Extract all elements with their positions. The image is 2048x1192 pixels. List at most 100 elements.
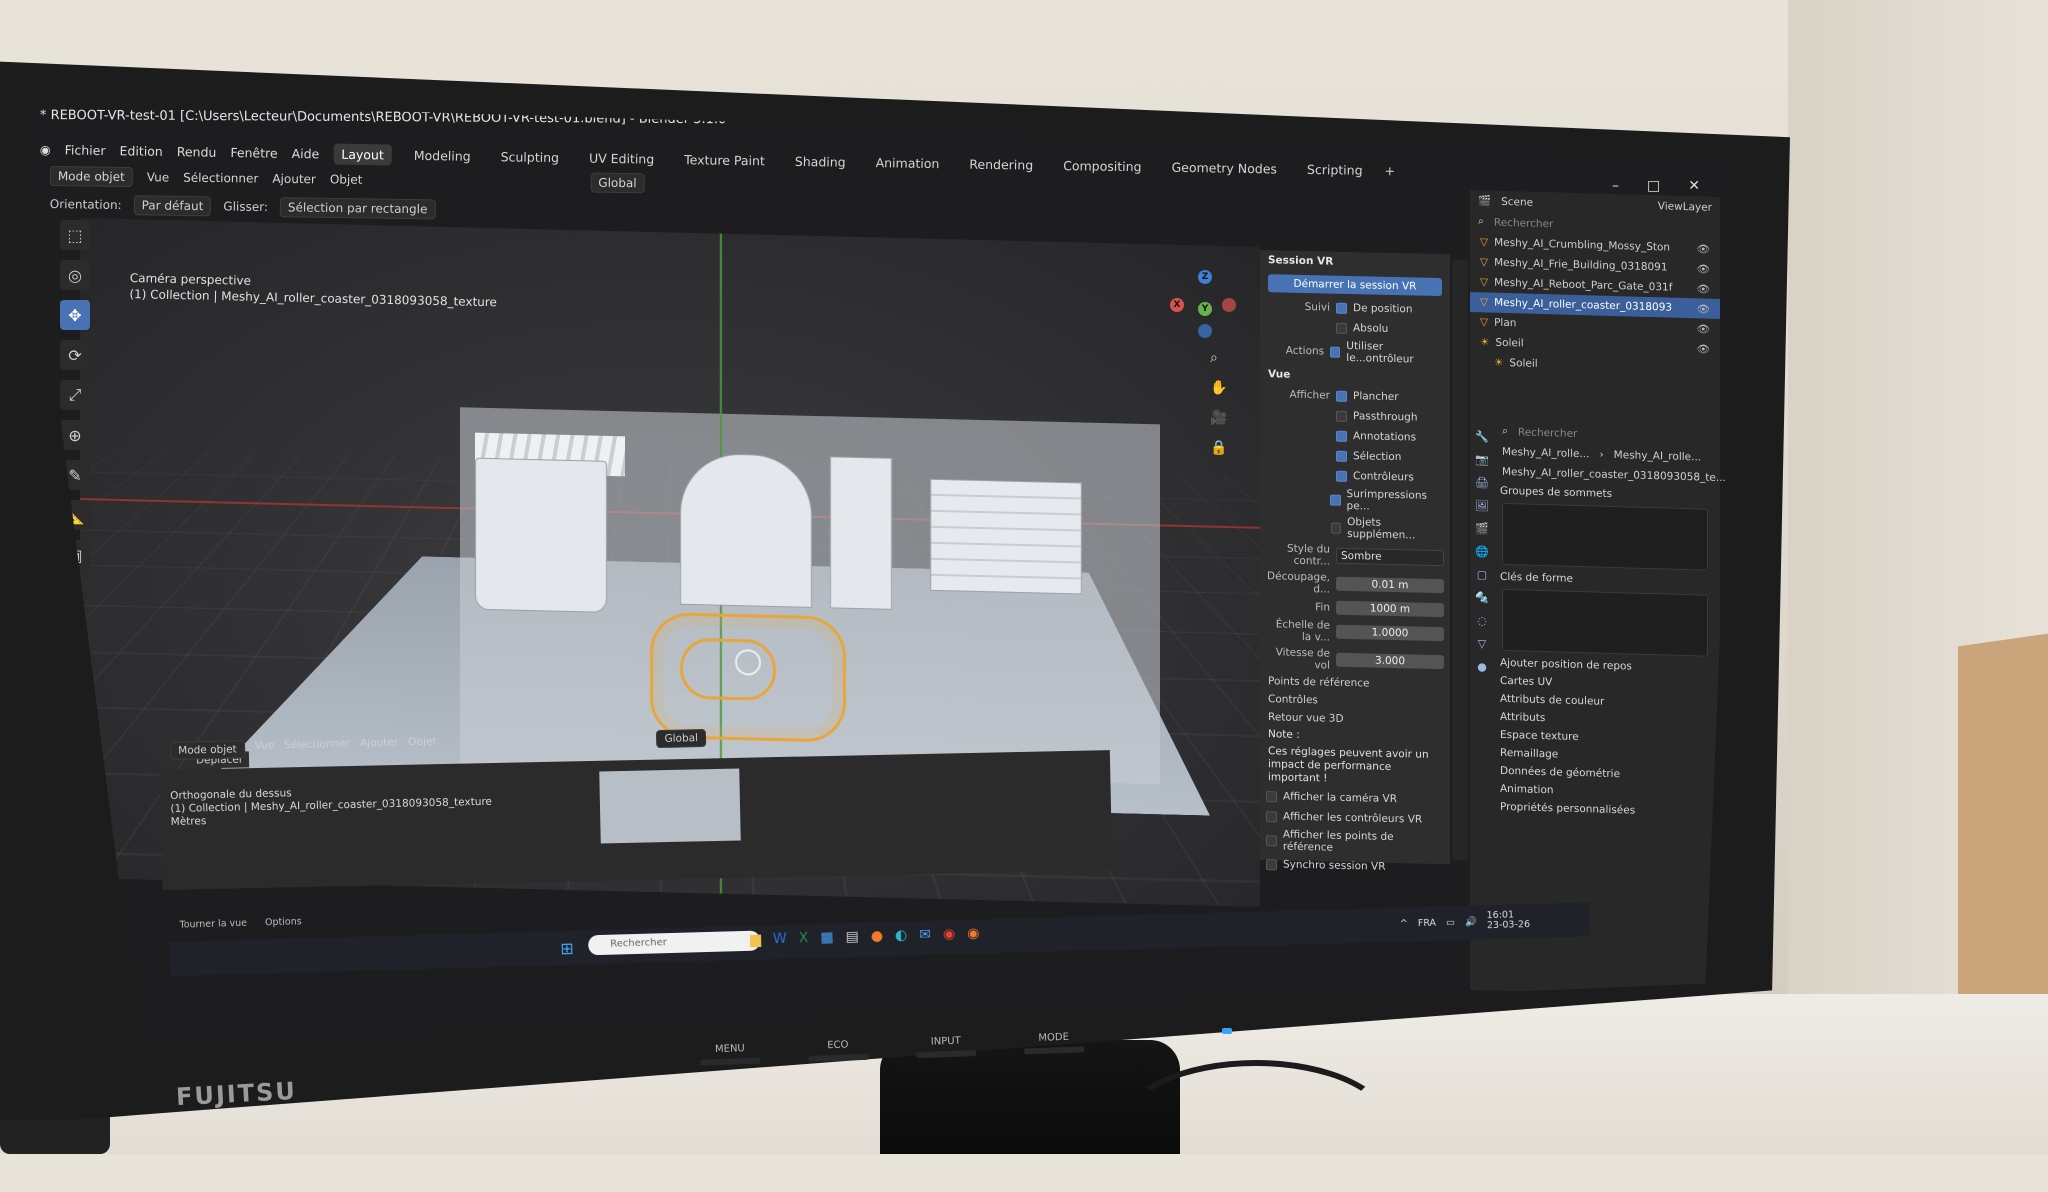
mode-dropdown[interactable]: Mode objet <box>49 166 133 188</box>
clip-end-field[interactable]: 1000 m <box>1336 600 1444 618</box>
tool-tab-icon[interactable]: 🔧 <box>1475 430 1489 443</box>
style-dropdown[interactable]: Sombre <box>1336 547 1444 567</box>
mail-icon[interactable]: ✉ <box>919 927 931 943</box>
notepad-icon[interactable]: ▤ <box>845 929 859 945</box>
lower-transform-dropdown[interactable]: Global <box>656 728 707 749</box>
top-view-scene[interactable] <box>599 768 741 844</box>
menu-vue[interactable]: Vue <box>147 170 170 184</box>
properties-search-input[interactable]: Rechercher <box>1518 426 1577 440</box>
viewer-scale-field[interactable]: 1.0000 <box>1336 624 1444 642</box>
lower-menu-ajouter[interactable]: Ajouter <box>360 736 399 755</box>
navigation-gizmo[interactable]: Z X Y <box>1170 270 1240 340</box>
output-tab-icon[interactable]: 🖨 <box>1475 476 1489 489</box>
start-vr-session-button[interactable]: Démarrer la session VR <box>1268 274 1442 297</box>
eco-hw-button[interactable]: ECO <box>808 1039 869 1062</box>
cursor-icon[interactable]: ◎ <box>60 260 90 290</box>
material-tab-icon[interactable]: ● <box>1477 660 1487 673</box>
language-indicator[interactable]: FRA <box>1418 917 1436 929</box>
input-hw-button[interactable]: INPUT <box>916 1035 977 1059</box>
menu-selectionner[interactable]: Sélectionner <box>183 171 258 186</box>
neg-z-axis-icon[interactable] <box>1198 324 1212 338</box>
zoom-icon[interactable]: ⌕ <box>1210 350 1227 366</box>
neg-x-axis-icon[interactable] <box>1222 298 1236 312</box>
menu-objet[interactable]: Objet <box>330 172 363 186</box>
minimize-icon[interactable]: – <box>1612 178 1619 194</box>
add-workspace-button[interactable]: + <box>1384 163 1395 178</box>
move-icon[interactable]: ✥ <box>60 300 90 330</box>
eye-icon[interactable]: 👁 <box>1697 302 1710 315</box>
parc-gate-model[interactable] <box>680 452 812 608</box>
physics-tab-icon[interactable]: ◌ <box>1477 614 1487 627</box>
tab-uv-editing[interactable]: UV Editing <box>581 147 663 169</box>
clock[interactable]: 16:01 23-03-26 <box>1487 909 1531 931</box>
lower-menu-vue[interactable]: Vue <box>255 739 275 757</box>
scene-tab-icon[interactable]: 🎬 <box>1475 522 1489 535</box>
eye-icon[interactable]: 👁 <box>1697 242 1710 255</box>
blender-taskbar-icon[interactable]: ◉ <box>967 925 980 941</box>
menu-hw-button[interactable]: MENU <box>700 1043 761 1066</box>
lower-menu-objet[interactable]: Objet <box>408 735 437 754</box>
passthrough-checkbox[interactable] <box>1336 410 1347 422</box>
tab-texture-paint[interactable]: Texture Paint <box>676 148 773 171</box>
session-vr-header[interactable]: Session VR <box>1260 250 1450 274</box>
blender-logo-icon[interactable]: ◉ <box>40 141 51 156</box>
data-tab-icon[interactable]: ▽ <box>1478 637 1486 650</box>
excel-icon[interactable]: X <box>799 930 809 946</box>
tab-geometry-nodes[interactable]: Geometry Nodes <box>1163 156 1285 179</box>
firefox-icon[interactable]: ● <box>871 928 884 944</box>
afficher-controleurs-vr-checkbox[interactable] <box>1266 810 1277 822</box>
synchro-session-checkbox[interactable] <box>1266 858 1277 870</box>
select-box-icon[interactable]: ⬚ <box>60 220 90 250</box>
taskbar-search-input[interactable]: Rechercher <box>587 930 761 956</box>
menu-fenetre[interactable]: Fenêtre <box>230 144 277 160</box>
mesh-data-name-field[interactable]: Meshy_AI_roller_coaster_0318093058_te... <box>1502 466 1726 484</box>
sidebar-tabs[interactable] <box>1452 260 1468 860</box>
de-position-checkbox[interactable] <box>1336 302 1347 314</box>
roller-coaster-track[interactable] <box>680 637 776 702</box>
volume-icon[interactable]: 🔊 <box>1465 916 1477 927</box>
glisser-dropdown[interactable]: Sélection par rectangle <box>279 197 436 220</box>
view-layer-name[interactable]: ViewLayer <box>1658 200 1712 214</box>
file-explorer-icon[interactable]: ▆ <box>750 932 761 948</box>
afficher-points-reference-checkbox[interactable] <box>1266 834 1277 846</box>
tab-sculpting[interactable]: Sculpting <box>492 146 567 168</box>
tab-scripting[interactable]: Scripting <box>1299 158 1371 180</box>
camera-view-icon[interactable]: 🎥 <box>1210 410 1227 426</box>
maximize-icon[interactable]: □ <box>1647 178 1660 194</box>
clip-start-field[interactable]: 0.01 m <box>1336 576 1444 594</box>
fly-speed-field[interactable]: 3.000 <box>1336 652 1444 670</box>
lower-menu-selectionner[interactable]: Sélectionner <box>284 738 350 758</box>
scene-name[interactable]: Scene <box>1501 195 1533 208</box>
eye-icon[interactable]: 👁 <box>1697 342 1710 355</box>
word-icon[interactable]: W <box>773 931 787 947</box>
lock-icon[interactable]: 🔒 <box>1210 440 1227 456</box>
transform-orientation-dropdown[interactable]: Global <box>590 172 645 194</box>
objets-supplementaires-checkbox[interactable] <box>1330 522 1342 534</box>
chrome-icon[interactable]: ◉ <box>943 926 956 942</box>
tab-modeling[interactable]: Modeling <box>406 144 479 166</box>
menu-aide[interactable]: Aide <box>292 145 320 160</box>
edge-icon[interactable]: ◐ <box>895 927 908 943</box>
tab-rendering[interactable]: Rendering <box>961 153 1041 175</box>
tab-layout[interactable]: Layout <box>333 143 392 166</box>
outliner-search-input[interactable]: Rechercher <box>1494 216 1553 230</box>
menu-ajouter[interactable]: Ajouter <box>272 172 316 187</box>
tray-chevron-icon[interactable]: ^ <box>1400 918 1408 929</box>
eye-icon[interactable]: 👁 <box>1697 282 1710 295</box>
pan-hand-icon[interactable]: ✋ <box>1210 380 1227 396</box>
lower-mode-dropdown[interactable]: Mode objet <box>170 740 245 760</box>
transform-icon[interactable]: ⊕ <box>60 420 90 450</box>
x-axis-icon[interactable]: X <box>1170 298 1184 312</box>
close-icon[interactable]: ✕ <box>1688 178 1700 194</box>
menu-fichier[interactable]: Fichier <box>65 142 106 158</box>
tab-shading[interactable]: Shading <box>787 150 854 172</box>
modifier-tab-icon[interactable]: 🔩 <box>1475 591 1489 604</box>
eye-icon[interactable]: 👁 <box>1697 322 1710 335</box>
afficher-camera-vr-checkbox[interactable] <box>1266 790 1277 802</box>
shape-keys-list[interactable] <box>1502 588 1708 657</box>
absolu-checkbox[interactable] <box>1336 322 1347 334</box>
world-tab-icon[interactable]: 🌐 <box>1475 545 1489 558</box>
z-axis-icon[interactable]: Z <box>1198 270 1212 284</box>
rotate-icon[interactable]: ⟳ <box>60 340 90 370</box>
store-icon[interactable]: ▦ <box>820 929 834 945</box>
